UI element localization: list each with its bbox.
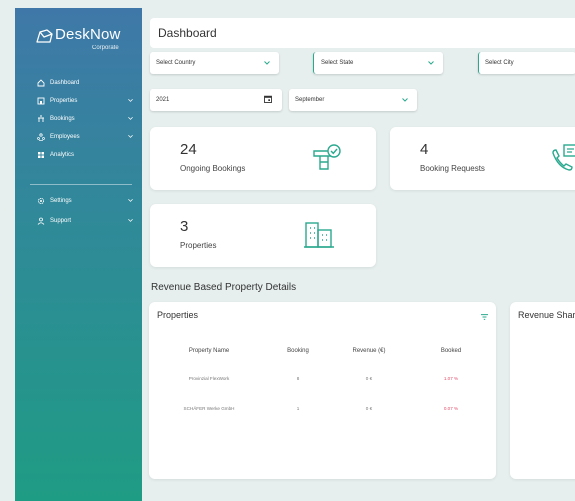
column-header[interactable]: Property Name bbox=[189, 348, 229, 354]
stat-value: 3 bbox=[180, 218, 189, 235]
chevron-down-icon bbox=[428, 61, 434, 65]
cell-revenue: 0 € bbox=[365, 376, 373, 381]
desk-icon bbox=[38, 115, 44, 122]
section-title: Revenue Based Property Details bbox=[151, 282, 297, 293]
chevron-down-icon bbox=[128, 198, 133, 202]
people-icon bbox=[37, 133, 45, 141]
calendar-icon bbox=[264, 95, 272, 103]
cell-booking: 1 bbox=[296, 406, 300, 411]
office-building-icon bbox=[304, 222, 334, 248]
sidebar-item-label: Properties bbox=[50, 98, 78, 104]
sidebar-divider bbox=[30, 184, 132, 185]
sidebar-item-dashboard[interactable]: Dashboard bbox=[37, 76, 133, 90]
sidebar-item-label: Dashboard bbox=[50, 80, 80, 86]
year-picker[interactable]: 2021 bbox=[150, 89, 282, 111]
sidebar-item-label: Settings bbox=[50, 198, 72, 204]
chevron-down-icon bbox=[402, 98, 408, 102]
sidebar-item-settings[interactable]: Settings bbox=[37, 194, 133, 208]
header-bar: Dashboard bbox=[150, 18, 575, 48]
state-select-value: Select State bbox=[321, 60, 354, 66]
year-picker-value: 2021 bbox=[156, 97, 170, 103]
stat-card-ongoing-bookings[interactable]: 24 Ongoing Bookings bbox=[150, 127, 376, 190]
phone-request-icon bbox=[552, 144, 575, 171]
sidebar-item-label: Support bbox=[50, 218, 72, 224]
brand-name: DeskNow bbox=[55, 26, 121, 43]
chevron-down-icon bbox=[128, 98, 133, 102]
support-icon bbox=[37, 217, 45, 225]
column-header[interactable]: Revenue (€) bbox=[352, 348, 385, 354]
grid-icon bbox=[38, 152, 44, 158]
brand-subtitle: Corporate bbox=[92, 45, 119, 51]
revenue-share-card: Revenue Share bbox=[510, 302, 575, 479]
month-select-value: September bbox=[295, 97, 325, 103]
chevron-down-icon bbox=[264, 61, 270, 65]
chevron-down-icon bbox=[128, 116, 133, 120]
table-title: Properties bbox=[157, 310, 199, 320]
sidebar-item-employees[interactable]: Employees bbox=[37, 130, 133, 144]
cell-property-name: SCHÄFER Werke GmbH bbox=[183, 406, 235, 411]
filter-icon[interactable] bbox=[481, 314, 488, 320]
stat-label: Booking Requests bbox=[420, 164, 485, 173]
page-title: Dashboard bbox=[158, 26, 217, 40]
state-select[interactable]: Select State bbox=[313, 52, 443, 74]
cell-booking: 8 bbox=[296, 376, 300, 381]
cell-booked: 1.07 % bbox=[443, 376, 459, 381]
home-icon bbox=[37, 79, 45, 87]
month-select[interactable]: September bbox=[289, 89, 417, 111]
sidebar: DeskNow Corporate Dashboard Properties B… bbox=[15, 8, 142, 501]
sidebar-item-label: Employees bbox=[50, 134, 80, 140]
booking-desk-icon bbox=[313, 144, 341, 170]
sidebar-item-bookings[interactable]: Bookings bbox=[37, 112, 133, 126]
desknow-logo-icon bbox=[36, 29, 53, 43]
stat-card-properties[interactable]: 3 Properties bbox=[150, 204, 376, 267]
sidebar-item-label: Analytics bbox=[50, 152, 75, 158]
main-content: Dashboard Select Country Select State Se… bbox=[142, 8, 575, 501]
stat-card-booking-requests[interactable]: 4 Booking Requests bbox=[390, 127, 575, 190]
country-select-value: Select Country bbox=[156, 60, 196, 66]
properties-table-card: Properties Property Name Booking Revenue… bbox=[149, 302, 496, 479]
city-select[interactable]: Select City bbox=[478, 52, 575, 74]
chevron-down-icon bbox=[128, 134, 133, 138]
cell-booked: 0.07 % bbox=[443, 406, 459, 411]
country-select[interactable]: Select Country bbox=[150, 52, 279, 74]
cell-revenue: 0 € bbox=[365, 406, 373, 411]
gear-icon bbox=[37, 197, 45, 205]
column-header[interactable]: Booked bbox=[441, 348, 461, 354]
stat-value: 4 bbox=[420, 141, 429, 158]
stat-label: Ongoing Bookings bbox=[180, 164, 246, 173]
sidebar-item-properties[interactable]: Properties bbox=[37, 94, 133, 108]
sidebar-item-support[interactable]: Support bbox=[37, 214, 133, 228]
building-icon bbox=[37, 97, 45, 105]
chevron-down-icon bbox=[128, 218, 133, 222]
stat-label: Properties bbox=[180, 241, 217, 250]
revenue-share-title: Revenue Share bbox=[518, 310, 575, 320]
stat-value: 24 bbox=[180, 141, 197, 158]
sidebar-item-analytics[interactable]: Analytics bbox=[37, 148, 133, 162]
cell-property-name: Provinzial FlexWork bbox=[188, 376, 230, 381]
sidebar-item-label: Bookings bbox=[50, 116, 75, 122]
city-select-value: Select City bbox=[485, 60, 514, 66]
column-header[interactable]: Booking bbox=[287, 348, 309, 354]
